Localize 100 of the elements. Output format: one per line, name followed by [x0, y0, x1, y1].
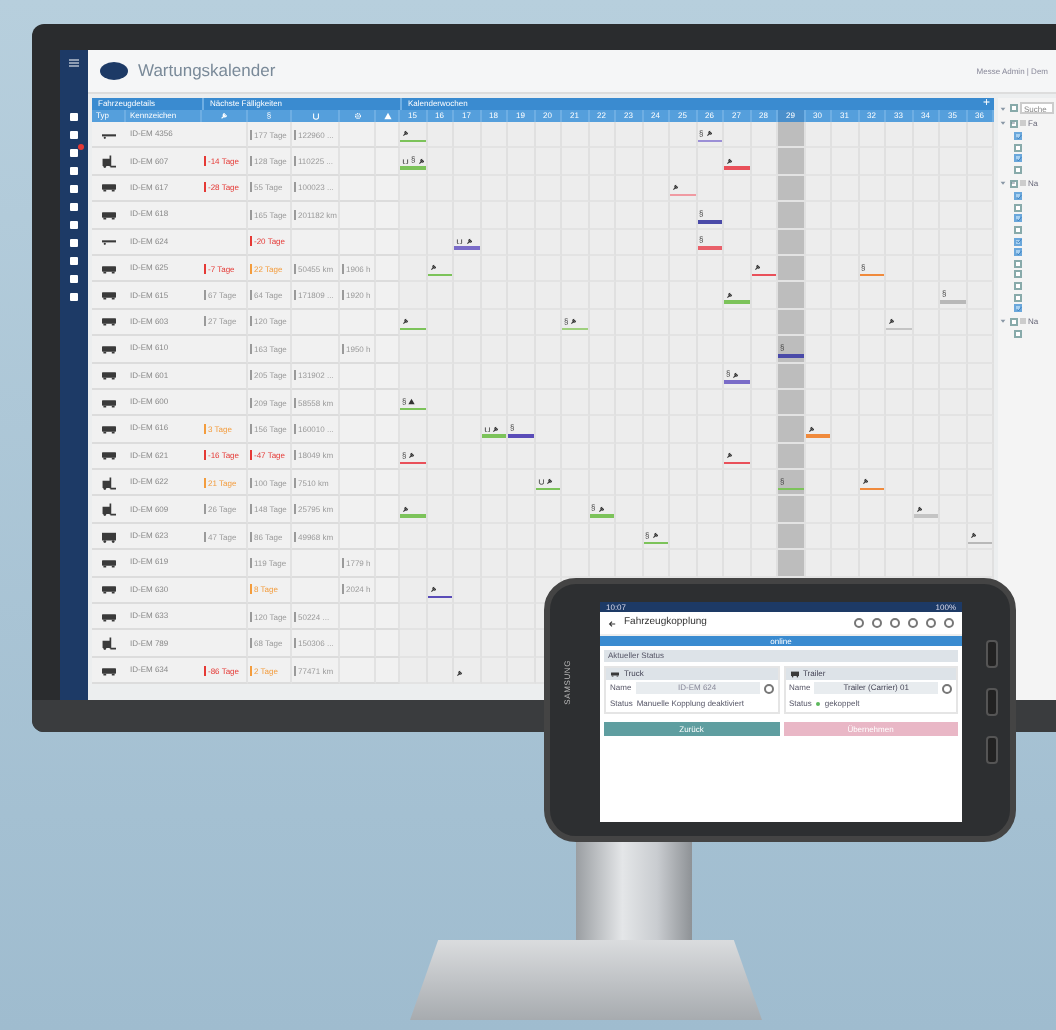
back-icon[interactable] — [608, 619, 616, 627]
checkbox[interactable] — [1014, 132, 1022, 141]
calendar-cell — [481, 122, 508, 149]
tire-icon — [402, 157, 409, 165]
wrench-icon — [546, 478, 553, 486]
caret-icon[interactable] — [1000, 105, 1006, 111]
column-header[interactable] — [376, 110, 400, 122]
wrench-icon — [408, 451, 416, 459]
truck-icon — [789, 670, 799, 678]
calendar-cell — [832, 122, 859, 149]
checkbox[interactable] — [1014, 225, 1022, 234]
calendar-cell — [886, 550, 913, 578]
clear-icon[interactable] — [942, 683, 952, 693]
calendar-cell — [535, 550, 562, 578]
checkbox[interactable] — [1014, 304, 1022, 313]
wrench-icon — [402, 318, 409, 326]
nav-icon[interactable] — [68, 202, 80, 212]
column-header[interactable] — [202, 110, 248, 122]
nav-icon[interactable] — [68, 238, 80, 248]
wrench-icon — [402, 505, 409, 513]
calendar-cell — [859, 122, 886, 149]
calendar-cell — [751, 496, 778, 524]
wrench-icon — [597, 505, 605, 513]
nav-icon[interactable] — [68, 148, 80, 158]
checkbox[interactable] — [1014, 192, 1022, 201]
calendar-cell — [805, 550, 832, 578]
wrench-icon — [651, 532, 659, 539]
checkbox[interactable] — [1014, 281, 1022, 290]
calendar-cell — [859, 550, 886, 578]
checkbox[interactable] — [1009, 104, 1017, 112]
calendar-cell — [940, 550, 967, 578]
wrench-icon — [220, 112, 228, 120]
checkbox[interactable] — [1014, 237, 1022, 246]
wrench-icon — [726, 157, 733, 165]
calendar-cell — [805, 282, 832, 310]
checkbox[interactable] — [1014, 214, 1022, 223]
tire-icon — [456, 237, 463, 245]
checkbox[interactable] — [1014, 259, 1022, 268]
wrench-icon — [753, 264, 760, 272]
calendar-cell — [751, 202, 778, 230]
calendar-cell — [697, 550, 724, 578]
nav-icon[interactable] — [68, 166, 80, 176]
calendar-cell — [751, 416, 778, 444]
wrench-icon — [672, 184, 679, 192]
wrench-icon — [726, 291, 733, 299]
wrench-icon — [429, 586, 436, 594]
nav-icon[interactable] — [68, 256, 80, 266]
calendar-cell — [643, 122, 670, 149]
gear-icon — [353, 112, 361, 120]
nav-icon[interactable] — [68, 220, 80, 230]
warning-icon — [408, 398, 416, 406]
wrench-icon — [888, 318, 895, 326]
wrench-icon — [732, 371, 740, 379]
logo-icon — [100, 62, 128, 80]
hardware-button[interactable] — [986, 736, 998, 764]
wrench-icon — [417, 157, 425, 165]
column-header[interactable] — [340, 110, 376, 122]
calendar-cell — [724, 550, 751, 578]
menu-icon[interactable] — [68, 58, 80, 68]
wrench-icon — [570, 317, 578, 325]
calendar-cell — [589, 122, 616, 149]
calendar-cell — [616, 122, 643, 149]
nav-icon[interactable] — [68, 130, 80, 140]
checkbox[interactable] — [1009, 119, 1017, 128]
calendar-cell — [967, 122, 994, 149]
checkbox[interactable] — [1014, 293, 1022, 301]
nav-icon[interactable] — [68, 274, 80, 284]
folder-icon — [1020, 180, 1025, 186]
wrench-icon — [705, 130, 713, 138]
folder-icon — [1020, 318, 1025, 324]
checkbox[interactable] — [1009, 317, 1017, 326]
calendar-cell — [805, 148, 832, 176]
calendar-cell — [508, 122, 535, 149]
folder-icon — [1020, 120, 1025, 126]
wrench-icon — [402, 130, 409, 138]
checkbox[interactable] — [1014, 330, 1022, 339]
checkbox[interactable] — [1014, 165, 1022, 174]
checkbox[interactable] — [1014, 203, 1022, 212]
nav-icon[interactable] — [68, 292, 80, 302]
calendar-cell — [751, 122, 778, 149]
nav-icon[interactable] — [68, 112, 80, 122]
hardware-button[interactable] — [986, 640, 998, 668]
wrench-icon — [915, 505, 922, 513]
hardware-button[interactable] — [986, 688, 998, 716]
tire-icon — [483, 425, 490, 433]
wrench-icon — [969, 532, 976, 540]
checkbox[interactable] — [1009, 179, 1017, 188]
wrench-icon — [465, 237, 472, 245]
calendar-cell — [886, 122, 913, 149]
nav-icon[interactable] — [68, 184, 80, 194]
calendar-cell — [913, 550, 940, 578]
calendar-cell — [589, 550, 616, 578]
checkbox[interactable] — [1014, 143, 1022, 152]
checkbox[interactable] — [1014, 154, 1022, 163]
column-header[interactable] — [292, 110, 340, 122]
checkbox[interactable] — [1014, 270, 1022, 279]
clear-icon[interactable] — [763, 683, 773, 693]
wrench-icon — [807, 425, 814, 433]
calendar-cell — [616, 550, 643, 578]
checkbox[interactable] — [1014, 248, 1022, 257]
